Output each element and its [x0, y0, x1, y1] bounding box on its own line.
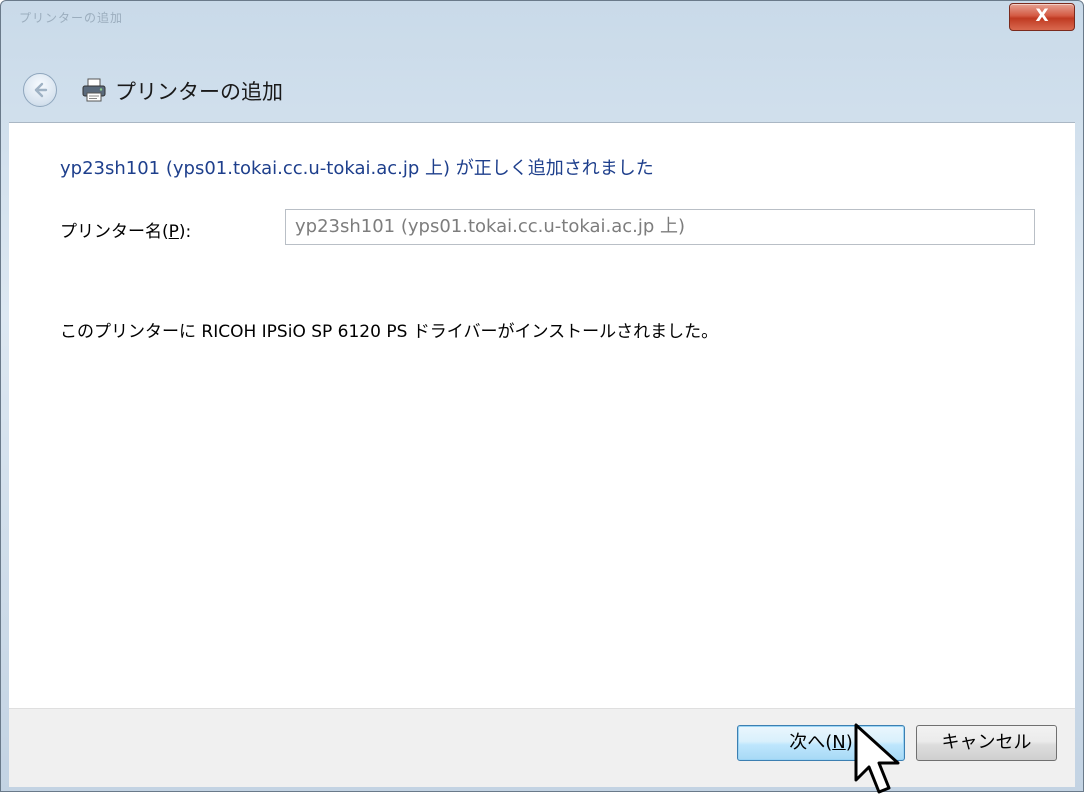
back-arrow-icon — [34, 82, 48, 98]
navigation-bar: プリンターの追加 — [1, 39, 1083, 123]
title-bar: プリンターの追加 X — [1, 1, 1083, 39]
button-bar: 次へ(N) キャンセル — [9, 708, 1075, 787]
mouse-pointer-icon — [854, 723, 900, 794]
driver-install-message: このプリンターに RICOH IPSiO SP 6120 PS ドライバーがイン… — [60, 322, 719, 342]
printer-icon — [82, 78, 106, 102]
wizard-content: yp23sh101 (yps01.tokai.cc.u-tokai.ac.jp … — [9, 122, 1075, 709]
close-button[interactable]: X — [1009, 3, 1075, 31]
printer-name-input[interactable]: yp23sh101 (yps01.tokai.cc.u-tokai.ac.jp … — [285, 209, 1035, 245]
cancel-button[interactable]: キャンセル — [916, 725, 1057, 761]
printer-name-label: プリンター名(P): — [60, 222, 192, 242]
back-button[interactable] — [23, 73, 57, 107]
success-headline: yp23sh101 (yps01.tokai.cc.u-tokai.ac.jp … — [60, 158, 654, 179]
wizard-title: プリンターの追加 — [115, 80, 283, 104]
window-title: プリンターの追加 — [19, 11, 124, 25]
close-icon: X — [1035, 6, 1049, 26]
